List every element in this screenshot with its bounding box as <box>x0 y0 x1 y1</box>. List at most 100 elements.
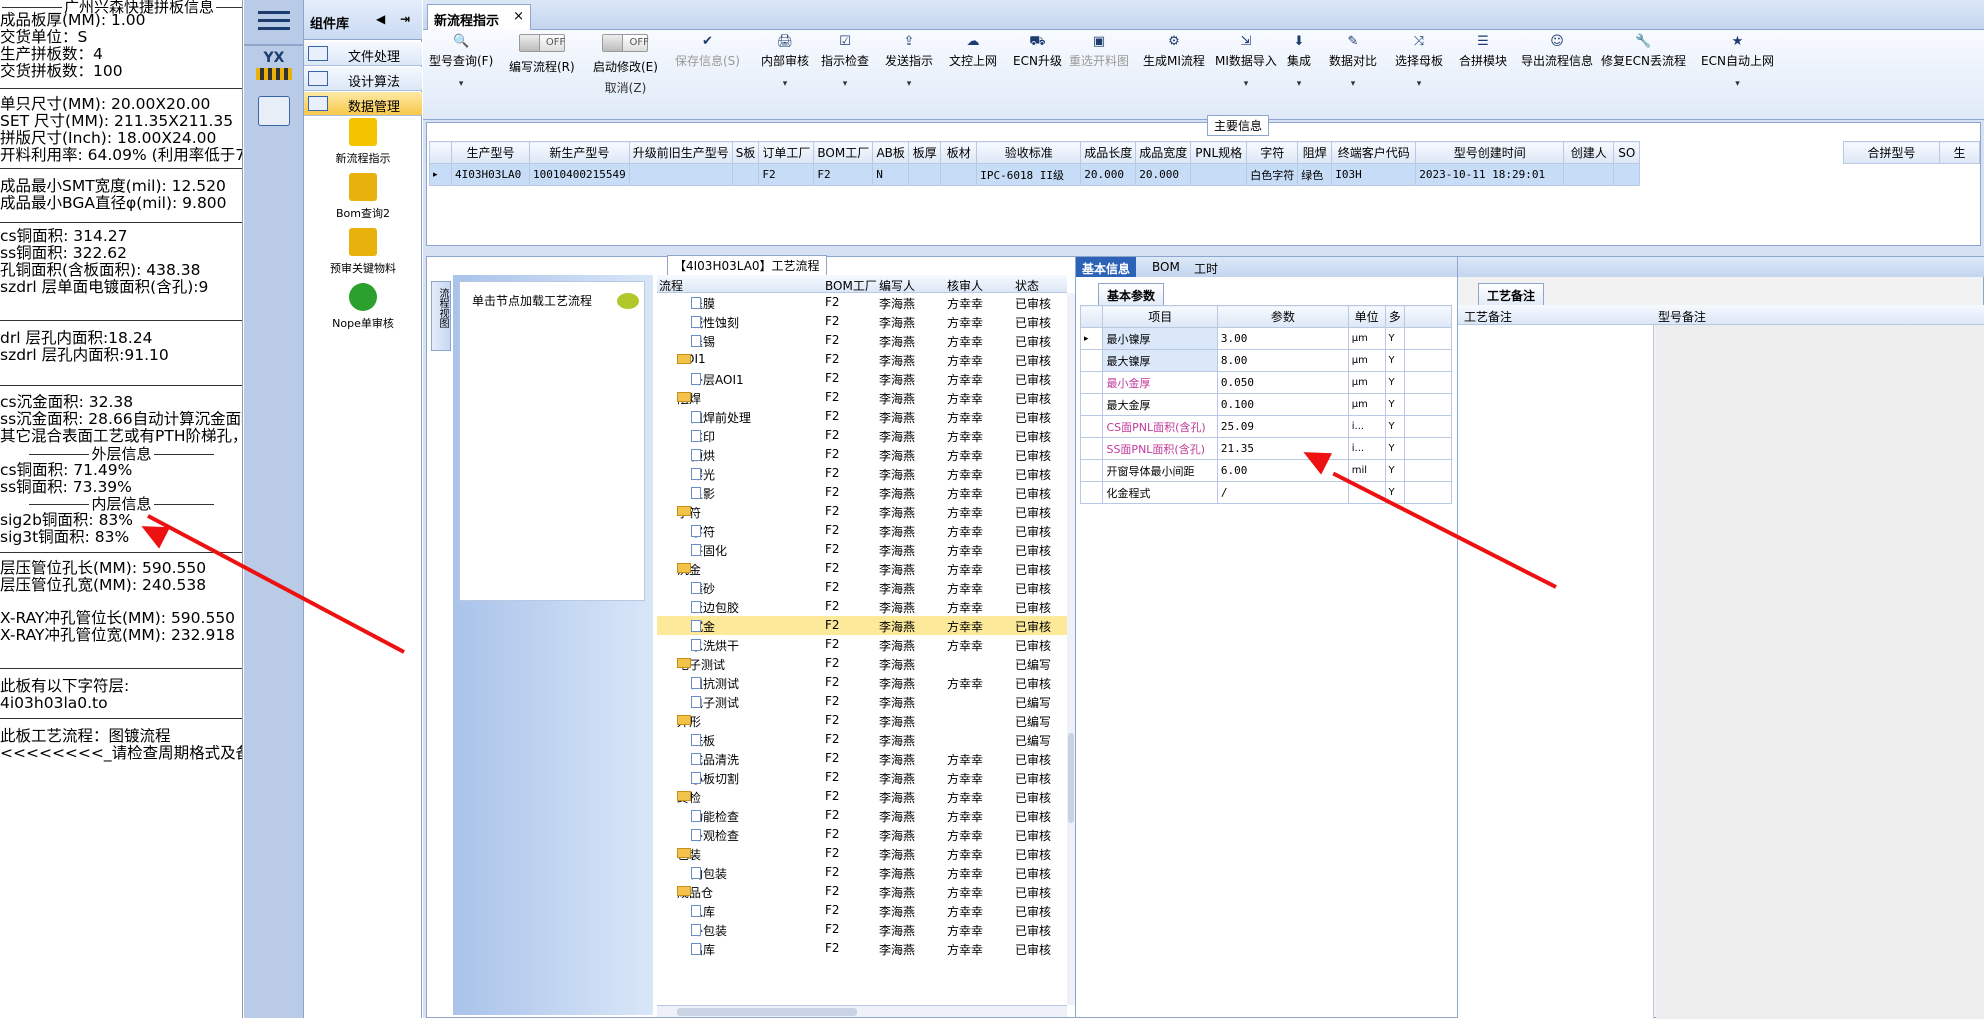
column-header[interactable]: 验收标准 <box>976 141 1082 164</box>
tree-row[interactable]: −AOI1 F2 李海燕 方幸幸 已审核 <box>657 350 1067 369</box>
toolbar-button[interactable]: OFF 启动修改(E) 取消(Z) <box>593 34 658 96</box>
tree-row[interactable]: 喷砂 F2 李海燕 方幸幸 已审核 <box>657 578 1067 597</box>
column-header[interactable]: 型号创建时间 <box>1415 141 1565 164</box>
chevron-down-icon[interactable]: ▾ <box>885 79 933 89</box>
table-cell[interactable] <box>628 163 733 186</box>
table-cell[interactable]: IPC-6018 II级 <box>976 163 1082 186</box>
tree-row[interactable]: 阻抗测试 F2 李海燕 方幸幸 已审核 <box>657 673 1067 692</box>
column-header[interactable]: BOM工厂 <box>825 277 877 294</box>
tree-row[interactable]: −沉金 F2 李海燕 方幸幸 已审核 <box>657 559 1067 578</box>
toolbar-button[interactable]: ⛟ ECN升级 <box>1013 34 1062 69</box>
tree-row[interactable]: 板边包胶 F2 李海燕 方幸幸 已审核 <box>657 597 1067 616</box>
app-logo[interactable]: YX <box>256 50 292 84</box>
table-cell[interactable]: 20.000 <box>1135 163 1192 186</box>
column-header[interactable]: PNL规格 <box>1190 141 1248 164</box>
table-cell[interactable]: 2023-10-11 18:29:01 <box>1415 163 1565 186</box>
tree-row[interactable]: 入库 F2 李海燕 方幸幸 已审核 <box>657 901 1067 920</box>
tree-row[interactable]: −阻焊 F2 李海燕 方幸幸 已审核 <box>657 388 1067 407</box>
chevron-down-icon[interactable]: ▾ <box>1701 79 1774 89</box>
table-row[interactable]: 最大镍厚 8.00 μm Y <box>1079 349 1453 372</box>
column-header[interactable]: 板厚 <box>908 141 942 164</box>
scrollbar-thumb-v[interactable] <box>1068 733 1074 823</box>
pin-icon[interactable]: ⇥ <box>400 12 410 26</box>
table-cell[interactable]: 10010400215549 <box>529 163 630 186</box>
table-cell[interactable]: 绿色 <box>1297 163 1333 186</box>
tree-row[interactable]: −成品仓 F2 李海燕 方幸幸 已审核 <box>657 882 1067 901</box>
tree-row[interactable]: 功能检查 F2 李海燕 方幸幸 已审核 <box>657 806 1067 825</box>
tree-row[interactable]: 出库 F2 李海燕 方幸幸 已审核 <box>657 939 1067 958</box>
toolbar-button[interactable]: 🔍 型号查询(F) ▾ <box>429 34 493 89</box>
table-cell[interactable] <box>1613 163 1641 186</box>
toolbar-button[interactable]: ☑ 指示检查 ▾ <box>821 34 869 89</box>
tree-row[interactable]: 退膜 F2 李海燕 方幸幸 已审核 <box>657 293 1067 312</box>
model-remark-text[interactable] <box>1656 325 1984 1019</box>
table-cell[interactable]: 4I03H03LA0 <box>451 163 530 186</box>
column-header[interactable]: 订单工厂 <box>758 141 815 164</box>
component-tool[interactable]: Bom查询2 <box>304 173 422 221</box>
toolbar-button[interactable]: ⤨ 选择母板 ▾ <box>1395 34 1443 89</box>
column-header[interactable]: BOM工厂 <box>813 141 874 164</box>
column-header[interactable]: 新生产型号 <box>529 141 630 164</box>
table-cell[interactable] <box>908 163 942 186</box>
column-header[interactable]: 状态 <box>1015 277 1039 294</box>
table-row[interactable]: 化金程式 / Y <box>1079 481 1453 504</box>
column-header[interactable]: 核审人 <box>947 277 983 294</box>
tree-row[interactable]: 电子测试 F2 李海燕 已编写 <box>657 692 1067 711</box>
tab-flow-view[interactable]: 流程视图 <box>431 281 451 351</box>
chevron-down-icon[interactable]: ▾ <box>1215 79 1277 89</box>
param-value[interactable]: 0.100 <box>1216 393 1349 416</box>
table-cell[interactable] <box>1563 163 1615 186</box>
toggle-switch[interactable]: OFF <box>518 34 565 52</box>
tree-row[interactable]: 外层AOI1 F2 李海燕 方幸幸 已审核 <box>657 369 1067 388</box>
toolbar-button[interactable]: ⬇ 集成 ▾ <box>1287 34 1311 89</box>
tab-process-remark[interactable]: 工艺备注 <box>1478 283 1545 307</box>
column-header[interactable]: 生产型号 <box>451 141 530 164</box>
table-cell[interactable]: I03H <box>1331 163 1417 186</box>
tree-row[interactable]: 曝光 F2 李海燕 方幸幸 已审核 <box>657 464 1067 483</box>
tree-row[interactable]: −包装 F2 李海燕 方幸幸 已审核 <box>657 844 1067 863</box>
table-cell[interactable]: 20.000 <box>1080 163 1137 186</box>
table-cell[interactable]: N <box>872 163 910 186</box>
column-header[interactable]: SO <box>1613 141 1641 164</box>
tree-row[interactable]: 阻焊前处理 F2 李海燕 方幸幸 已审核 <box>657 407 1067 426</box>
param-value[interactable]: / <box>1216 481 1349 504</box>
tree-row[interactable]: 退锡 F2 李海燕 方幸幸 已审核 <box>657 331 1067 350</box>
vertical-scrollbar[interactable] <box>1067 293 1075 1005</box>
tree-row[interactable]: 外观检查 F2 李海燕 方幸幸 已审核 <box>657 825 1067 844</box>
table-cell[interactable] <box>1190 163 1248 186</box>
table-row[interactable]: ▸ 4I03H03LA0 10010400215549 F2 F2 N IPC-6018 I… <box>429 163 1641 186</box>
toolbar-button[interactable]: OFF 编写流程(R) <box>509 34 575 75</box>
tree-row[interactable]: −字符 F2 李海燕 方幸幸 已审核 <box>657 502 1067 521</box>
tree-row[interactable]: −电子测试 F2 李海燕 已编写 <box>657 654 1067 673</box>
column-header[interactable]: 成品宽度 <box>1135 141 1192 164</box>
toolbar-button[interactable]: ⇪ 发送指示 ▾ <box>885 34 933 89</box>
column-header[interactable]: 字符 <box>1246 141 1299 164</box>
table-row[interactable]: SS面PNL面积(含孔) 21.35 i... Y <box>1079 437 1453 460</box>
chevron-down-icon[interactable]: ▾ <box>761 79 809 89</box>
column-header[interactable]: 多 <box>1384 305 1405 328</box>
component-tool[interactable]: Nope单审核 <box>304 283 422 331</box>
table-cell[interactable]: 白色字符 <box>1246 163 1299 186</box>
component-button[interactable]: 设计算法 <box>304 67 422 91</box>
table-cell[interactable] <box>940 163 978 186</box>
table-row[interactable]: 开窗导体最小间距 6.00 mil Y <box>1079 459 1453 482</box>
horizontal-scrollbar[interactable] <box>657 1005 1067 1017</box>
tab-basic-1[interactable]: BOM <box>1146 257 1186 277</box>
chevron-down-icon[interactable]: ▾ <box>1329 79 1377 89</box>
process-remark-text[interactable] <box>1458 325 1654 1019</box>
column-header[interactable]: 项目 <box>1102 305 1218 328</box>
tree-row[interactable]: 小板切割 F2 李海燕 方幸幸 已审核 <box>657 768 1067 787</box>
column-header[interactable]: 单位 <box>1347 305 1386 328</box>
column-header[interactable]: S板 <box>731 141 760 164</box>
toolbar-button[interactable]: ⚙ 生成MI流程 <box>1143 34 1205 69</box>
column-header[interactable]: 编写人 <box>879 277 915 294</box>
param-value[interactable]: 8.00 <box>1216 349 1349 372</box>
toggle-switch[interactable]: OFF <box>602 34 649 52</box>
param-value[interactable]: 6.00 <box>1216 459 1349 482</box>
toolbar-button[interactable]: 🔧 修复ECN丢流程 <box>1601 34 1686 69</box>
tree-row[interactable]: 显影 F2 李海燕 方幸幸 已审核 <box>657 483 1067 502</box>
cancel-label[interactable]: 取消(Z) <box>593 79 658 96</box>
load-process-box[interactable]: 单击节点加载工艺流程 <box>459 281 645 601</box>
tab-basic-0[interactable]: 基本信息 <box>1076 257 1137 277</box>
tree-row[interactable]: 水洗烘干 F2 李海燕 方幸幸 已审核 <box>657 635 1067 654</box>
